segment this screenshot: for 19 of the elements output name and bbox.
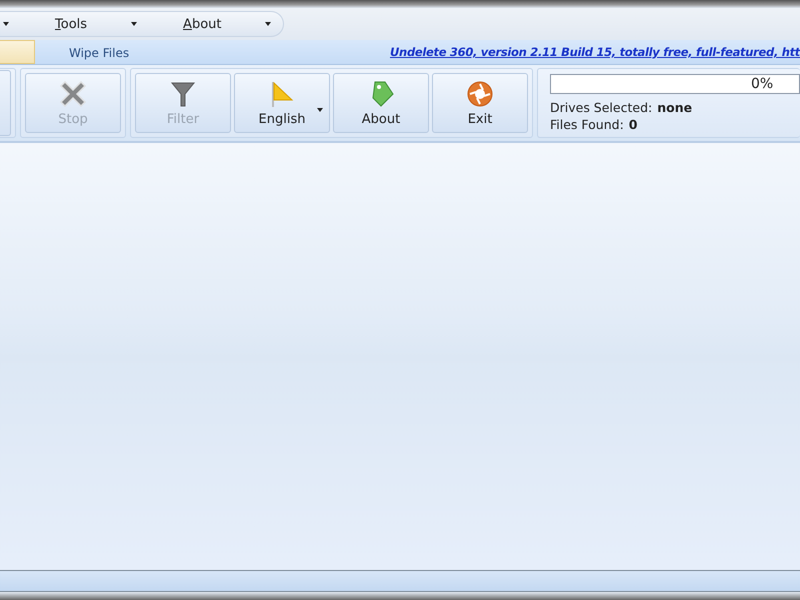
version-link[interactable]: Undelete 360, version 2.11 Build 15, totally free, full-featured, htt bbox=[390, 45, 800, 59]
status-value: none bbox=[657, 100, 692, 115]
dropdown-caret-icon[interactable] bbox=[317, 108, 323, 112]
status-label: Files Found: bbox=[550, 117, 624, 132]
tab[interactable]: Wipe Files bbox=[35, 42, 154, 64]
dropdown-caret-icon[interactable] bbox=[131, 22, 138, 26]
status-value: 0 bbox=[628, 117, 638, 132]
toolbar-button[interactable]: English bbox=[234, 73, 330, 133]
funnel-icon bbox=[169, 80, 197, 108]
x-icon bbox=[59, 80, 87, 108]
menu-item[interactable]: About bbox=[137, 16, 236, 32]
dropdown-caret-icon[interactable] bbox=[265, 22, 272, 26]
shutter-icon bbox=[466, 80, 494, 108]
toolbar-button[interactable]: Exit bbox=[432, 73, 528, 133]
menu-item[interactable]: Tools bbox=[9, 16, 102, 32]
status-label: Drives Selected: bbox=[550, 100, 652, 115]
toolbar-button[interactable]: About bbox=[333, 73, 429, 133]
dropdown-caret-icon[interactable] bbox=[3, 22, 9, 26]
progress-reading: 0% bbox=[751, 76, 774, 92]
